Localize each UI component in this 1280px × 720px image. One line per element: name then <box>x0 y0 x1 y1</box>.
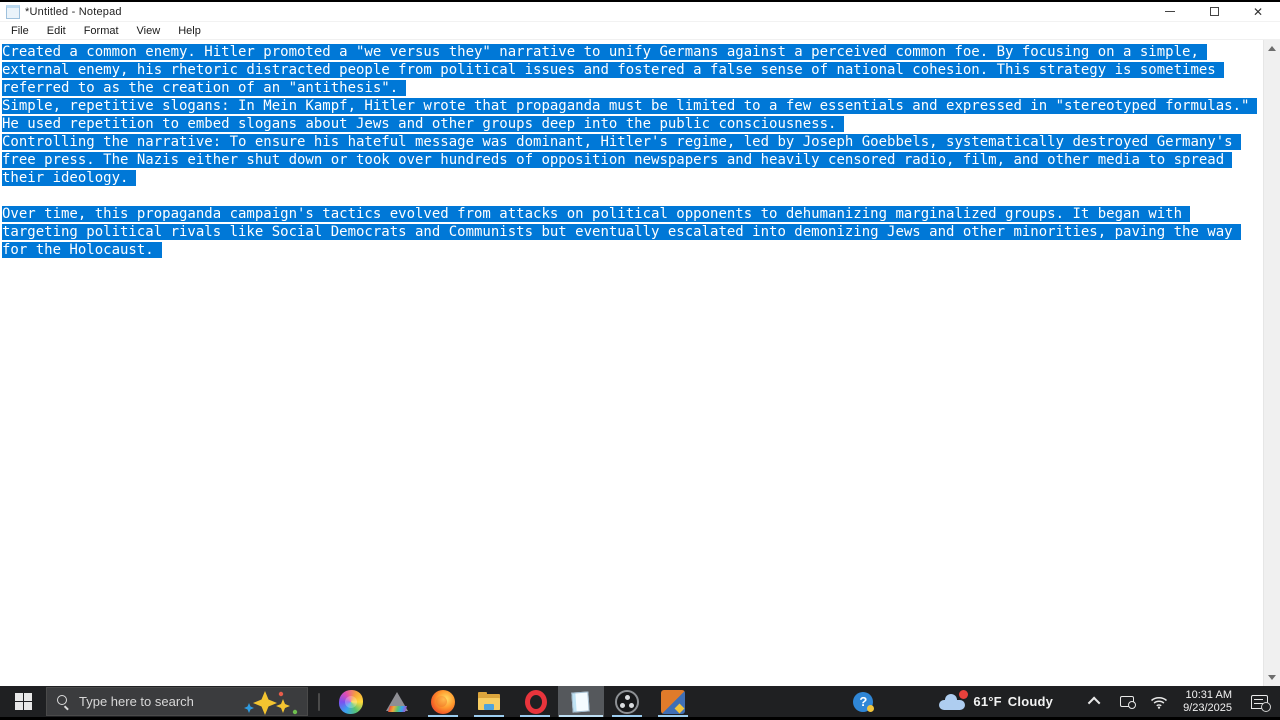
obs-icon <box>615 689 639 714</box>
window-controls: ✕ <box>1148 2 1280 21</box>
taskbar-app-copilot[interactable] <box>328 686 374 717</box>
taskbar-app-firefox[interactable] <box>420 686 466 717</box>
action-center-button[interactable] <box>1242 686 1276 717</box>
notepad-app-icon <box>568 689 594 715</box>
editor-line: He used repetition to embed slogans abou… <box>2 115 1263 133</box>
menu-edit[interactable]: Edit <box>38 23 75 39</box>
selected-text: for the Holocaust. <box>2 242 162 258</box>
chevron-up-icon <box>1087 696 1101 710</box>
scrollbar-down-button[interactable] <box>1264 669 1280 686</box>
editor-line: Created a common enemy. Hitler promoted … <box>2 43 1263 61</box>
menu-view[interactable]: View <box>128 23 170 39</box>
tray-expand-button[interactable] <box>1083 686 1107 717</box>
editor-line: Controlling the narrative: To ensure his… <box>2 133 1263 151</box>
selected-text: Controlling the narrative: To ensure his… <box>2 134 1241 150</box>
selected-text: referred to as the creation of an "antit… <box>2 80 407 96</box>
action-center-badge <box>1261 702 1271 712</box>
taskbar: Type here to search ? 61°F Cloudy 10:31 … <box>0 686 1280 717</box>
titlebar[interactable]: *Untitled - Notepad ✕ <box>0 2 1280 22</box>
menu-format[interactable]: Format <box>75 23 128 39</box>
taskbar-app-file-explorer[interactable] <box>466 686 512 717</box>
clock-time: 10:31 AM <box>1185 688 1232 701</box>
weather-temperature: 61°F <box>973 694 1002 709</box>
vertical-scrollbar[interactable] <box>1263 40 1280 686</box>
help-notification-dot <box>867 705 875 712</box>
editor-line: free press. The Nazis either shut down o… <box>2 151 1263 169</box>
text-editor[interactable]: Created a common enemy. Hitler promoted … <box>0 40 1263 686</box>
close-button[interactable]: ✕ <box>1236 2 1280 21</box>
taskbar-search[interactable]: Type here to search <box>46 687 308 716</box>
cloud-icon <box>939 689 969 710</box>
file-explorer-icon <box>477 690 501 714</box>
paint-3d-icon <box>385 690 409 714</box>
unknown-app-icon <box>661 689 685 714</box>
search-icon <box>57 695 70 708</box>
menu-file[interactable]: File <box>2 23 38 39</box>
editor-line: external enemy, his rhetoric distracted … <box>2 61 1263 79</box>
scroll-down-icon <box>1268 675 1276 680</box>
windows-logo-icon <box>14 693 32 710</box>
editor-area: Created a common enemy. Hitler promoted … <box>0 40 1280 686</box>
tray-device-button[interactable] <box>1115 686 1139 717</box>
clock-date: 9/23/2025 <box>1183 701 1232 714</box>
restore-icon <box>1209 7 1219 16</box>
taskbar-separator <box>318 692 320 711</box>
search-highlights-icon[interactable] <box>243 690 301 716</box>
network-button[interactable] <box>1147 686 1171 717</box>
selected-text: their ideology. <box>2 170 137 186</box>
copilot-icon <box>339 689 363 714</box>
clock[interactable]: 10:31 AM 9/23/2025 <box>1183 689 1232 715</box>
close-icon: ✕ <box>1252 4 1264 19</box>
selected-text: Over time, this propaganda campaign's ta… <box>2 206 1191 222</box>
device-icon <box>1120 696 1137 709</box>
scrollbar-up-button[interactable] <box>1264 40 1280 57</box>
notepad-titlebar-icon <box>6 4 20 19</box>
window-title: *Untitled - Notepad <box>25 5 122 18</box>
weather-alert-badge <box>959 689 969 699</box>
minimize-button[interactable] <box>1148 2 1192 21</box>
firefox-icon <box>431 689 455 714</box>
taskbar-app-obs[interactable] <box>604 686 650 717</box>
search-placeholder: Type here to search <box>79 694 194 709</box>
editor-line: Over time, this propaganda campaign's ta… <box>2 205 1263 223</box>
editor-line: Simple, repetitive slogans: In Mein Kamp… <box>2 97 1263 115</box>
system-tray: ? 61°F Cloudy 10:31 AM 9/23/2025 <box>843 686 1280 717</box>
selected-text: He used repetition to embed slogans abou… <box>2 116 845 132</box>
menubar: File Edit Format View Help <box>0 22 1280 40</box>
taskbar-app-opera[interactable] <box>512 686 558 717</box>
selected-text: Simple, repetitive slogans: In Mein Kamp… <box>2 98 1258 114</box>
editor-line: their ideology. <box>2 169 1263 187</box>
start-button[interactable] <box>0 686 46 717</box>
desktop-screen: *Untitled - Notepad ✕ File Edit Format V… <box>0 0 1280 720</box>
editor-line: targeting political rivals like Social D… <box>2 223 1263 241</box>
weather-condition: Cloudy <box>1007 694 1054 709</box>
weather-widget[interactable]: 61°F Cloudy <box>939 689 1053 710</box>
editor-line: referred to as the creation of an "antit… <box>2 79 1263 97</box>
taskbar-app-paint-3d[interactable] <box>374 686 420 717</box>
selected-text: targeting political rivals like Social D… <box>2 224 1241 240</box>
selected-text: free press. The Nazis either shut down o… <box>2 152 1233 168</box>
taskbar-apps <box>328 686 696 717</box>
scroll-up-icon <box>1268 46 1276 51</box>
menu-help[interactable]: Help <box>169 23 210 39</box>
wifi-icon <box>1151 696 1168 709</box>
selected-text: Created a common enemy. Hitler promoted … <box>2 44 1207 60</box>
restore-button[interactable] <box>1192 2 1236 21</box>
taskbar-app-notepad-app[interactable] <box>558 686 604 717</box>
taskbar-app-unknown-app[interactable] <box>650 686 696 717</box>
selected-text: external enemy, his rhetoric distracted … <box>2 62 1224 78</box>
weather-text: 61°F Cloudy <box>973 694 1053 709</box>
opera-icon <box>524 689 547 714</box>
notepad-window: *Untitled - Notepad ✕ File Edit Format V… <box>0 2 1280 686</box>
get-help-button[interactable]: ? <box>843 686 883 717</box>
editor-line: for the Holocaust. <box>2 241 1263 259</box>
minimize-icon <box>1165 11 1175 12</box>
